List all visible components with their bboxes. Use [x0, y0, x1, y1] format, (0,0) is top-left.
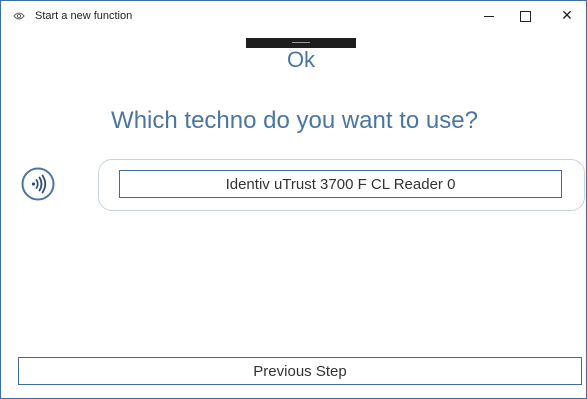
previous-step-button[interactable]: Previous Step [18, 357, 582, 385]
maximize-icon [519, 10, 531, 22]
maximize-button[interactable] [502, 1, 548, 31]
grip-icon [292, 42, 310, 43]
title-bar[interactable]: Start a new function ✕ [1, 1, 586, 31]
reader-option-button[interactable]: Identiv uTrust 3700 F CL Reader 0 [119, 170, 562, 198]
eye-icon [13, 12, 25, 20]
ok-label[interactable]: Ok [251, 47, 351, 73]
contactless-icon [21, 167, 55, 201]
close-button[interactable]: ✕ [544, 1, 587, 31]
minimize-icon [484, 15, 494, 17]
question-heading: Which techno do you want to use? [111, 107, 478, 134]
app-window: Start a new function ✕ Ok Which techno d… [0, 0, 587, 399]
close-icon: ✕ [561, 8, 573, 24]
window-title: Start a new function [35, 10, 133, 22]
